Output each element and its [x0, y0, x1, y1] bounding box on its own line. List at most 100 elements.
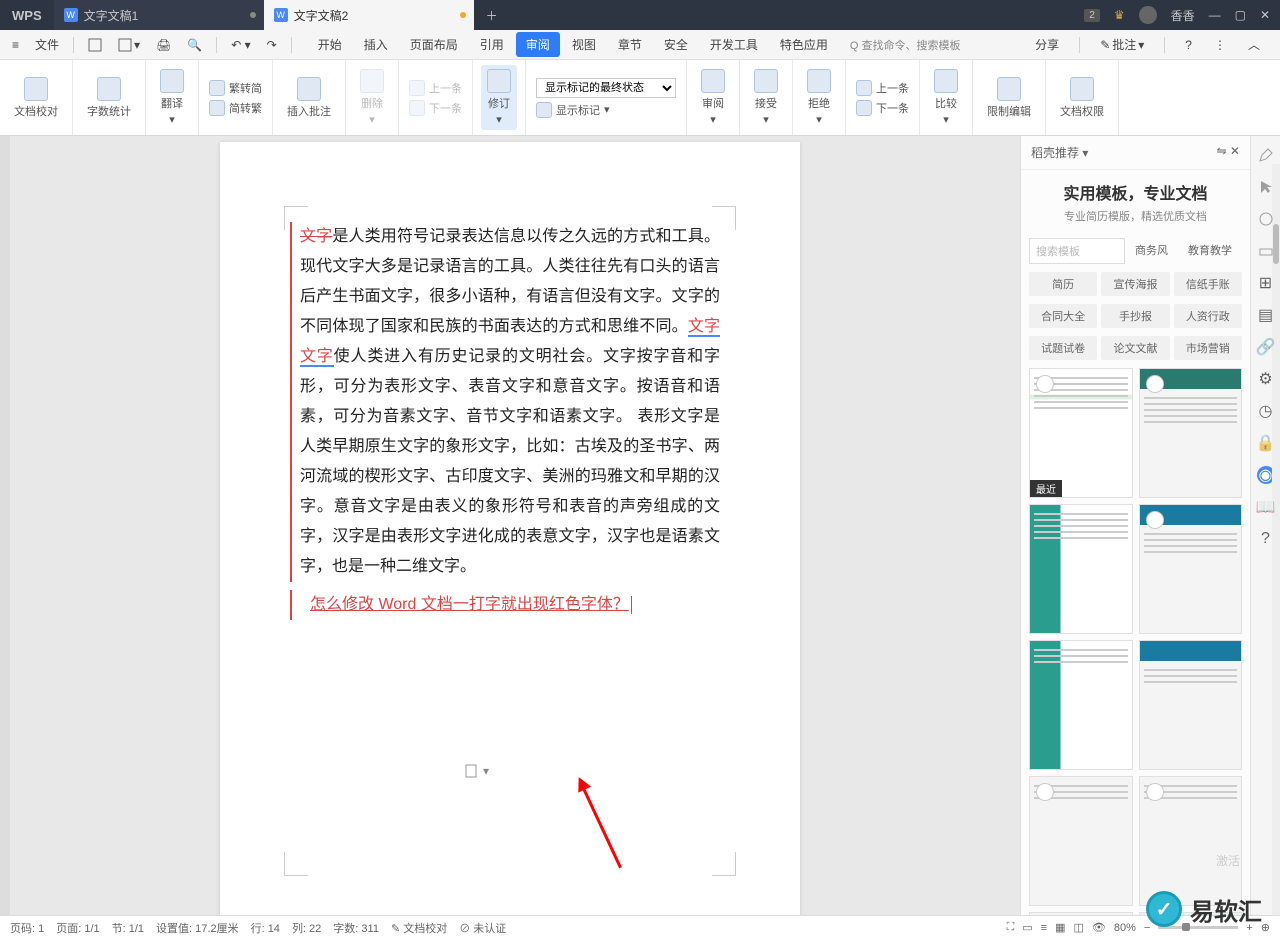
template-item[interactable] — [1139, 640, 1243, 770]
menu-tab-view[interactable]: 视图 — [562, 32, 606, 57]
delete-comment-button[interactable]: 删除▾ — [354, 65, 390, 130]
prev-comment-button[interactable]: 上一条 — [407, 79, 464, 97]
crown-icon[interactable]: ♛ — [1114, 8, 1125, 22]
refresh-icon[interactable] — [1257, 210, 1275, 228]
panel-title-small[interactable]: 稻壳推荐 ▾ — [1031, 144, 1088, 161]
doc-permission-button[interactable]: 文档权限 — [1054, 73, 1110, 123]
help-strip-icon[interactable]: ? — [1257, 530, 1275, 548]
pencil-icon[interactable] — [1257, 146, 1275, 164]
restrict-edit-button[interactable]: 限制编辑 — [981, 73, 1037, 123]
insert-comment-button[interactable]: 插入批注 — [281, 73, 337, 123]
notification-badge[interactable]: 2 — [1084, 9, 1100, 22]
tab-doc1[interactable]: W 文字文稿1 — [54, 0, 264, 30]
template-item[interactable] — [1139, 368, 1243, 498]
trad-to-simp-button[interactable]: 简转繁 — [207, 99, 264, 117]
chevron-up-icon[interactable]: ︿ — [1242, 32, 1266, 57]
view-web-icon[interactable]: ▦ — [1055, 921, 1065, 934]
share-button[interactable]: 分享 — [1029, 32, 1065, 57]
menu-tab-insert[interactable]: 插入 — [354, 32, 398, 57]
status-auth[interactable]: ⊘ 未认证 — [459, 920, 506, 936]
menu-tab-special[interactable]: 特色应用 — [770, 32, 838, 57]
chip-thesis[interactable]: 论文文献 — [1101, 336, 1169, 360]
menu-tab-section[interactable]: 章节 — [608, 32, 652, 57]
file-menu[interactable]: 文件 — [29, 32, 65, 57]
compare-button[interactable]: 比较▾ — [928, 65, 964, 130]
chip-letter[interactable]: 信纸手账 — [1174, 272, 1242, 296]
revise-button[interactable]: 修订▾ — [481, 65, 517, 130]
next-comment-button[interactable]: 下一条 — [407, 99, 464, 117]
next-change-button[interactable]: 下一条 — [854, 99, 911, 117]
view-page-icon[interactable]: ▭ — [1022, 921, 1032, 934]
view-read-icon[interactable]: ◫ — [1074, 921, 1084, 934]
status-page[interactable]: 页面: 1/1 — [56, 920, 99, 936]
print-icon[interactable]: 🖨 — [150, 34, 177, 56]
tab-doc2[interactable]: W 文字文稿2 — [264, 0, 474, 30]
status-section[interactable]: 节: 1/1 — [112, 920, 144, 936]
menu-tab-start[interactable]: 开始 — [308, 32, 352, 57]
status-col[interactable]: 列: 22 — [292, 920, 321, 936]
fit-icon[interactable]: ⊕ — [1261, 921, 1270, 934]
close-icon[interactable]: ✕ — [1260, 8, 1270, 22]
document-area[interactable]: 文字是人类用符号记录表达信息以传之久远的方式和工具。现代文字大多是记录语言的工具… — [0, 136, 1020, 915]
book-icon[interactable]: 📖 — [1257, 498, 1275, 516]
fullscreen-icon[interactable]: ⛶ — [1007, 921, 1015, 934]
chip-poster[interactable]: 宣传海报 — [1101, 272, 1169, 296]
clock-icon[interactable]: ◷ — [1257, 402, 1275, 420]
zoom-value[interactable]: 80% — [1114, 922, 1136, 934]
redo-icon[interactable]: ↷ — [261, 34, 283, 56]
comment-button[interactable]: ✎ 批注 ▾ — [1094, 32, 1150, 57]
word-count-button[interactable]: 字数统计 — [81, 73, 137, 123]
status-setting[interactable]: 设置值: 17.2厘米 — [156, 920, 239, 936]
more-icon[interactable]: ⋮ — [1208, 34, 1232, 56]
menu-tab-review[interactable]: 审阅 — [516, 32, 560, 57]
save-icon-2[interactable]: ▾ — [112, 34, 146, 56]
hamburger-icon[interactable]: ≡ — [6, 34, 25, 56]
lock-icon[interactable]: 🔒 — [1257, 434, 1275, 452]
user-avatar[interactable] — [1139, 6, 1157, 24]
menu-tab-reference[interactable]: 引用 — [470, 32, 514, 57]
template-item[interactable] — [1139, 504, 1243, 634]
display-state-select[interactable]: 显示标记的最终状态 — [534, 77, 678, 99]
doc-proof-button[interactable]: 文档校对 — [8, 73, 64, 123]
template-item[interactable] — [1029, 504, 1133, 634]
category-tab-business[interactable]: 商务风 — [1125, 238, 1178, 264]
simp-to-trad-button[interactable]: 繁转简 — [207, 79, 264, 97]
minimize-icon[interactable]: — — [1209, 8, 1221, 22]
preview-icon[interactable]: 🔍 — [181, 34, 208, 56]
chip-exam[interactable]: 试题试卷 — [1029, 336, 1097, 360]
chip-resume[interactable]: 简历 — [1029, 272, 1097, 296]
translate-button[interactable]: 翻译▾ — [154, 65, 190, 130]
menu-tab-layout[interactable]: 页面布局 — [400, 32, 468, 57]
tools-icon[interactable]: ⚙ — [1257, 370, 1275, 388]
paragraph-handle[interactable]: ▾ — [465, 764, 489, 778]
cursor-icon[interactable] — [1257, 178, 1275, 196]
prev-change-button[interactable]: 上一条 — [854, 79, 911, 97]
template-item[interactable]: 最近 — [1029, 368, 1133, 498]
paragraph-2[interactable]: 怎么修改 Word 文档一打字就出现红色字体？ — [290, 590, 720, 620]
status-proof[interactable]: ✎ 文档校对 — [391, 920, 447, 936]
review-pane-button[interactable]: 审阅▾ — [695, 65, 731, 130]
undo-icon[interactable]: ↶ ▾ — [225, 34, 256, 56]
help-icon[interactable]: ? — [1179, 34, 1198, 56]
document-page[interactable]: 文字是人类用符号记录表达信息以传之久远的方式和工具。现代文字大多是记录语言的工具… — [220, 142, 800, 915]
reject-button[interactable]: 拒绝▾ — [801, 65, 837, 130]
template-item[interactable] — [1139, 776, 1243, 906]
category-tab-education[interactable]: 教育教学 — [1178, 238, 1242, 264]
menu-tab-devtools[interactable]: 开发工具 — [700, 32, 768, 57]
paragraph-1[interactable]: 文字是人类用符号记录表达信息以传之久远的方式和工具。现代文字大多是记录语言的工具… — [290, 222, 720, 582]
template-item[interactable] — [1029, 776, 1133, 906]
chip-contract[interactable]: 合同大全 — [1029, 304, 1097, 328]
menu-tab-security[interactable]: 安全 — [654, 32, 698, 57]
template-search-input[interactable]: 搜索模板 — [1029, 238, 1125, 264]
save-icon[interactable] — [82, 34, 108, 56]
grid-icon[interactable]: ⊞ — [1257, 274, 1275, 292]
link-icon[interactable]: 🔗 — [1257, 338, 1275, 356]
panel-controls[interactable]: ⇋ ✕ — [1217, 144, 1240, 161]
palette-icon[interactable]: ▤ — [1257, 306, 1275, 324]
show-markup-button[interactable]: 显示标记 ▾ — [534, 101, 612, 119]
shapes-icon[interactable] — [1257, 242, 1275, 260]
command-search[interactable]: Q 查找命令、搜索模板 — [850, 37, 961, 53]
chip-newspaper[interactable]: 手抄报 — [1101, 304, 1169, 328]
eye-icon[interactable]: 👁 — [1092, 921, 1106, 934]
chip-hr[interactable]: 人资行政 — [1174, 304, 1242, 328]
